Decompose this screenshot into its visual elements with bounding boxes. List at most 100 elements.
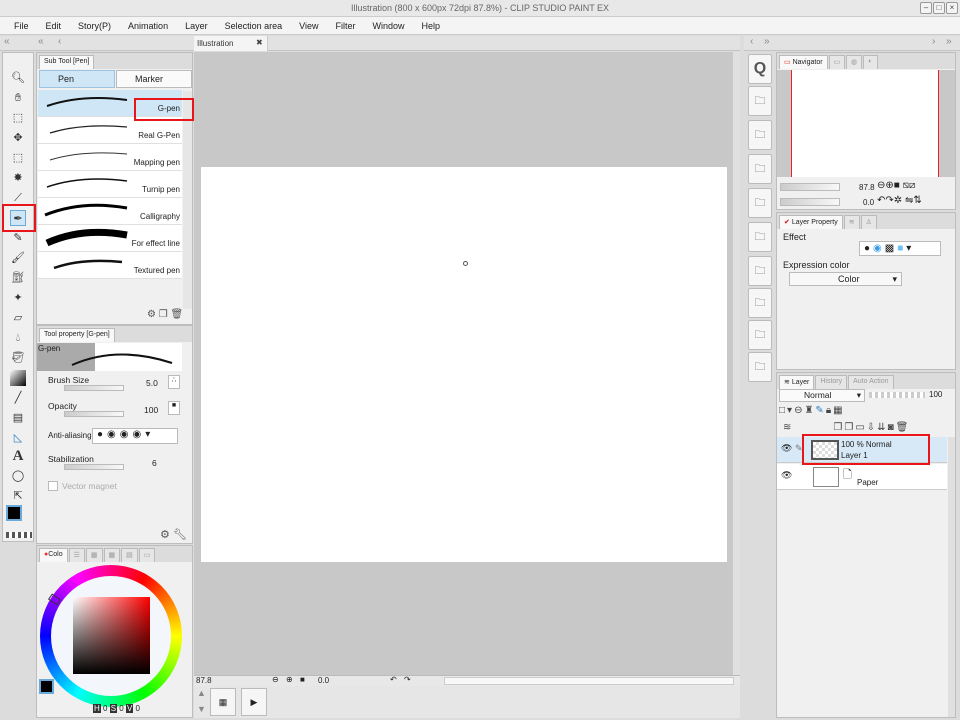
subtool-item-textured-pen[interactable]: Textured pen [38, 252, 182, 279]
flip-vertical-icon[interactable]: ⇅ [913, 195, 921, 206]
layer-opacity-slider[interactable] [869, 392, 925, 398]
chevron-left-icon[interactable]: ‹ [750, 36, 753, 47]
transparent-color-swatch[interactable] [6, 532, 32, 538]
menu-story[interactable]: Story(P) [78, 21, 111, 31]
collapse-icon[interactable]: » [764, 36, 770, 47]
folder-icon[interactable]: 🗀︎ [748, 256, 772, 286]
opacity-slider[interactable] [64, 411, 124, 417]
vertical-scrollbar[interactable] [733, 52, 740, 675]
eye-icon[interactable]: 👁︎ [781, 443, 792, 454]
menu-help[interactable]: Help [422, 21, 441, 31]
tab-tool-property[interactable]: Tool property [G-pen] [39, 328, 115, 342]
menu-edit[interactable]: Edit [46, 21, 62, 31]
menu-filter[interactable]: Filter [336, 21, 356, 31]
search-icon[interactable]: Q [748, 54, 772, 84]
zoom-out-icon[interactable]: ⊖ [272, 675, 279, 684]
opacity-value[interactable]: 100 [144, 405, 158, 415]
brush-tool-icon[interactable]: 🖌︎ [10, 250, 26, 266]
zoom-value[interactable]: 87.8 [196, 676, 212, 685]
rotation-value[interactable]: 0.0 [318, 676, 329, 685]
subtool-item-calligraphy[interactable]: Calligraphy [38, 198, 182, 225]
chevron-down-icon[interactable]: ▼ [197, 704, 206, 714]
collapse-left-icon[interactable]: « [4, 36, 10, 47]
correct-line-icon[interactable]: ⇱ [10, 488, 26, 504]
zoom-tool-icon[interactable]: 🔍︎ [10, 70, 26, 86]
tab-similar-color[interactable]: ▤ [121, 548, 138, 562]
text-tool-icon[interactable]: A [10, 448, 26, 464]
main-color-swatch[interactable] [6, 505, 22, 521]
tab-layer-property[interactable]: ✔ Layer Property [779, 215, 843, 229]
trash-icon[interactable]: 🗑︎ [896, 422, 911, 433]
chevron-up-icon[interactable]: ▲ [197, 688, 206, 698]
chevron-left-icon[interactable]: ‹ [58, 36, 61, 47]
layer-scrollbar[interactable] [948, 437, 955, 717]
navigator-rotation-slider[interactable] [780, 198, 840, 206]
frame-border-icon[interactable]: ▤ [10, 410, 26, 426]
draft-icon[interactable]: ✎ [815, 405, 825, 416]
menu-file[interactable]: File [14, 21, 29, 31]
subtool-item-turnip-pen[interactable]: Turnip pen [38, 171, 182, 198]
zoom-in-icon[interactable]: ⊕ [885, 180, 893, 191]
menu-selection-area[interactable]: Selection area [225, 21, 283, 31]
reset-icon[interactable]: ⚙︎ [160, 529, 170, 541]
canvas-area[interactable] [194, 52, 740, 675]
collapse-right-icon[interactable]: » [946, 36, 952, 47]
opacity-button[interactable]: ■ [168, 401, 180, 415]
pencil-tool-icon[interactable]: ✎ [10, 230, 26, 246]
move-layer-icon[interactable]: ✥ [10, 130, 26, 146]
tab-marker[interactable]: Marker [116, 70, 192, 88]
eraser-icon[interactable]: ▱ [10, 310, 26, 326]
fit-icon[interactable]: ■ [300, 675, 305, 684]
brush-size-dynamics-button[interactable]: ∴ [168, 375, 180, 389]
tab-sub-view[interactable]: ▭ [828, 55, 846, 69]
timeline-icon[interactable]: ▦ [210, 688, 236, 716]
color-icon[interactable]: □▾ [779, 405, 794, 416]
fit-window-icon[interactable]: ⧄ [909, 180, 915, 191]
tab-layer-2[interactable]: ♙ [860, 215, 877, 229]
minimize-button[interactable]: – [920, 2, 932, 14]
folder-icon[interactable]: 🗀︎ [748, 154, 772, 184]
settings-icon[interactable]: ⚙︎ [147, 309, 156, 320]
tab-navigator[interactable]: ▭ Navigator [779, 55, 828, 69]
close-button[interactable]: × [946, 2, 958, 14]
combine-icon[interactable]: ⇊ [877, 422, 887, 433]
wrench-icon[interactable]: 🔧︎ [173, 529, 187, 541]
folder-icon[interactable]: 🗀︎ [748, 222, 772, 252]
airbrush-icon[interactable]: ⛽︎ [10, 270, 26, 286]
rotate-right-icon[interactable]: ↷ [885, 195, 893, 206]
stabilization-slider[interactable] [64, 464, 124, 470]
layer-row-paper[interactable]: 👁︎ 🗋︎ Paper [777, 464, 947, 490]
folder-icon[interactable]: 🗀︎ [748, 86, 772, 116]
tab-intermediate-color[interactable]: ▦ [103, 548, 121, 562]
brush-size-value[interactable]: 5.0 [146, 378, 158, 388]
canvas[interactable] [201, 167, 727, 562]
folder-icon[interactable]: 🗀︎ [748, 188, 772, 218]
rotate-right-icon[interactable]: ↷ [404, 675, 411, 684]
tab-history[interactable]: History [815, 375, 848, 389]
vector-magnet-checkbox[interactable] [48, 481, 58, 491]
tab-material[interactable]: ◍ [846, 55, 863, 69]
auto-select-icon[interactable]: ✸ [10, 170, 26, 186]
menu-animation[interactable]: Animation [128, 21, 168, 31]
new-vector-layer-icon[interactable]: ❐ [844, 422, 855, 433]
blend-icon[interactable]: 💧︎ [10, 330, 26, 346]
eye-icon[interactable]: 👁︎ [781, 470, 792, 481]
clip-icon[interactable]: ⊖ [794, 405, 804, 416]
selection-tool-icon[interactable]: ⬚ [10, 150, 26, 166]
new-folder-icon[interactable]: ▭ [855, 422, 866, 433]
chevron-right-icon[interactable]: › [932, 36, 935, 47]
rotate-left-icon[interactable]: ↶ [390, 675, 397, 684]
horizontal-scrollbar[interactable] [444, 677, 734, 685]
subtool-item-real-g-pen[interactable]: Real G-Pen [38, 117, 182, 144]
saturation-value-square[interactable] [73, 597, 150, 674]
tab-color-history[interactable]: ▭ [138, 548, 156, 562]
ruler-icon[interactable]: ◺ [10, 430, 26, 446]
collapse-icon[interactable]: « [38, 36, 44, 47]
tab-pen[interactable]: Pen [39, 70, 115, 88]
tab-info[interactable]: ◐ [863, 55, 878, 69]
menu-view[interactable]: View [299, 21, 318, 31]
folder-icon[interactable]: 🗀︎ [748, 288, 772, 318]
reset-rotation-icon[interactable]: ✲ [894, 195, 902, 206]
transfer-icon[interactable]: ⇩ [867, 422, 877, 433]
stabilization-value[interactable]: 6 [152, 458, 157, 468]
